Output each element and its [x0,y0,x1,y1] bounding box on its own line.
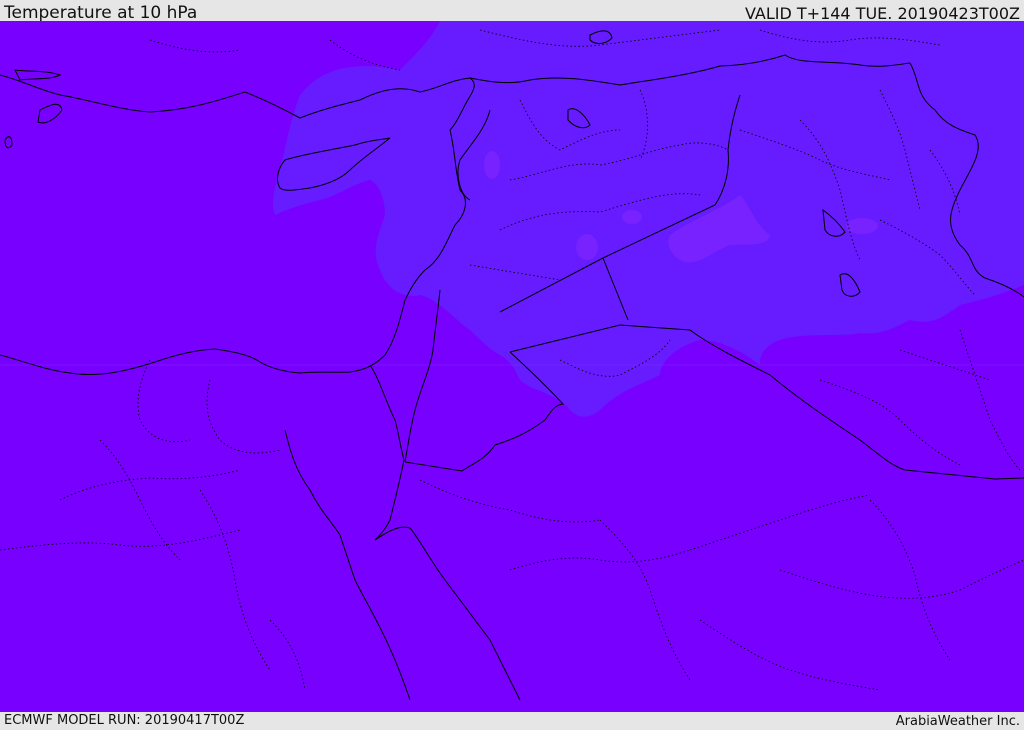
map-canvas [0,21,1024,712]
map-title: Temperature at 10 hPa [4,3,198,23]
temperature-field-warm-blob [484,151,500,179]
temperature-field-warm-blob [622,210,642,224]
credit-label: ArabiaWeather Inc. [895,714,1020,729]
header-bar: Temperature at 10 hPa VALID T+144 TUE. 2… [0,0,1024,23]
temperature-field-warm-blob [576,234,598,260]
map-figure: Temperature at 10 hPa VALID T+144 TUE. 2… [0,0,1024,729]
model-run-label: ECMWF MODEL RUN: 20190417T00Z [4,713,245,728]
footer-bar: ECMWF MODEL RUN: 20190417T00Z ArabiaWeat… [0,712,1024,729]
temperature-field-warm-blob [846,218,878,234]
